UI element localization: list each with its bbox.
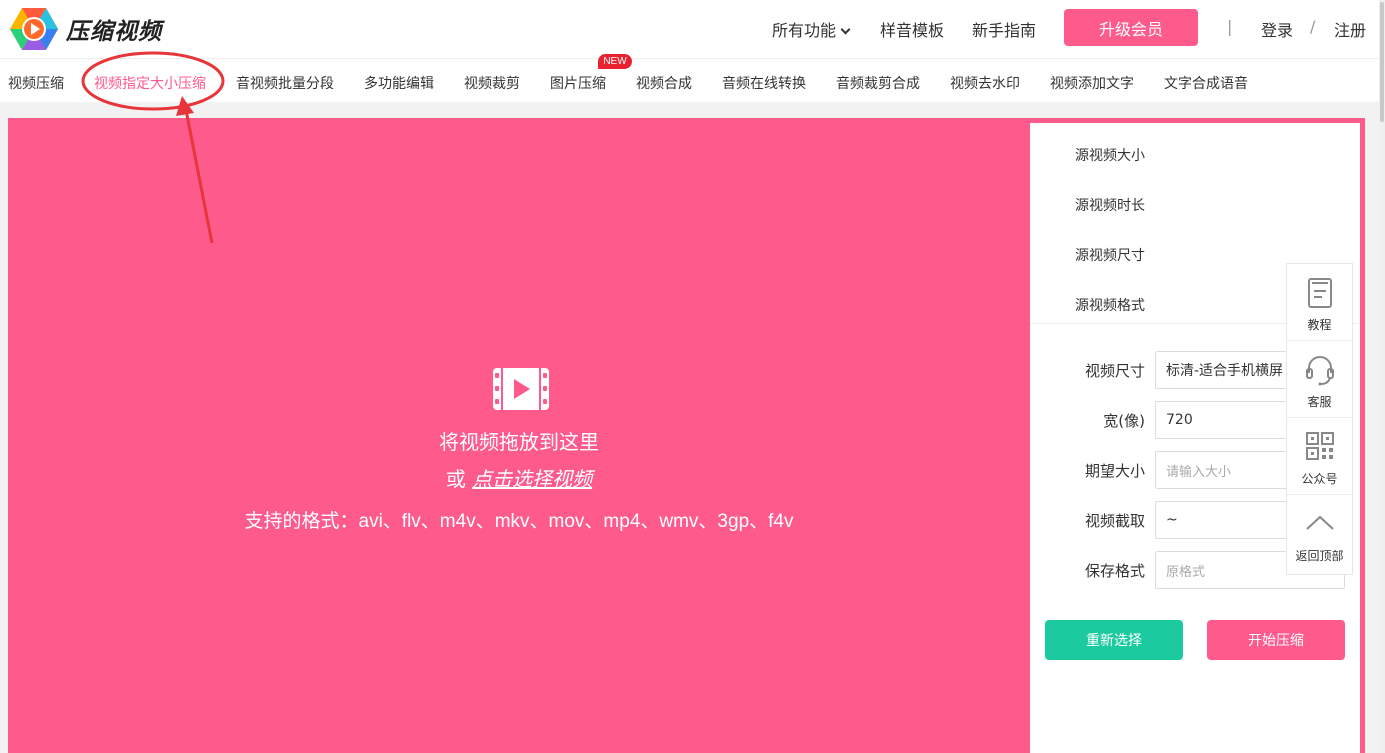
tab-multi-edit[interactable]: 多功能编辑 — [364, 73, 434, 93]
register-link[interactable]: 注册 — [1334, 17, 1366, 41]
video-drop-zone[interactable]: 将视频拖放到这里 或 点击选择视频 支持的格式：avi、flv、m4v、mkv、… — [8, 118, 1030, 753]
tab-image-compress[interactable]: 图片压缩 — [550, 73, 606, 93]
tab-video-merge[interactable]: 视频合成 — [636, 73, 692, 93]
nav-beginner-guide[interactable]: 新手指南 — [972, 17, 1036, 41]
customer-service-button[interactable]: 客服 — [1287, 341, 1352, 418]
start-compress-button[interactable]: 开始压缩 — [1207, 620, 1345, 660]
nav-all-features-label: 所有功能 — [772, 21, 837, 40]
top-header: 压缩视频 所有功能 样音模板 新手指南 升级会员 | 登录 / 注册 — [0, 0, 1385, 58]
source-duration-label: 源视频时长 — [1075, 198, 1145, 214]
qrcode-icon — [1306, 432, 1334, 460]
tab-batch-split[interactable]: 音视频批量分段 — [236, 73, 334, 93]
upgrade-vip-button[interactable]: 升级会员 — [1064, 9, 1198, 46]
tutorial-label: 教程 — [1307, 318, 1332, 332]
book-icon — [1308, 278, 1332, 308]
source-dimensions-label: 源视频尺寸 — [1075, 248, 1145, 264]
tab-remove-watermark[interactable]: 视频去水印 — [950, 73, 1020, 93]
headset-icon — [1306, 356, 1334, 386]
tab-add-text[interactable]: 视频添加文字 — [1050, 73, 1134, 93]
chevron-up-icon — [1306, 515, 1334, 530]
customer-service-label: 客服 — [1307, 395, 1332, 409]
brand-name[interactable]: 压缩视频 — [66, 12, 162, 46]
tutorial-button[interactable]: 教程 — [1287, 264, 1352, 341]
video-trim-label: 视频截取 — [1084, 512, 1145, 530]
tab-video-crop[interactable]: 视频裁剪 — [464, 73, 520, 93]
pick-video-line: 或 点击选择视频 — [8, 463, 1030, 492]
page-scrollbar-thumb[interactable] — [1380, 2, 1384, 122]
expected-size-label: 期望大小 — [1084, 462, 1145, 480]
official-account-label: 公众号 — [1301, 472, 1338, 486]
nav-voice-templates[interactable]: 样音模板 — [880, 17, 944, 41]
tab-video-compress[interactable]: 视频压缩 — [8, 73, 64, 93]
floating-toolbar: 教程 客服 公众号 返回顶部 — [1286, 263, 1353, 575]
nav-all-features[interactable]: 所有功能 — [772, 17, 851, 41]
header-separator: | — [1227, 17, 1233, 36]
login-link[interactable]: 登录 — [1261, 17, 1293, 41]
back-to-top-button[interactable]: 返回顶部 — [1287, 495, 1352, 572]
official-account-button[interactable]: 公众号 — [1287, 418, 1352, 495]
reselect-button[interactable]: 重新选择 — [1045, 620, 1183, 660]
tab-audio-convert[interactable]: 音频在线转换 — [722, 73, 806, 93]
pick-video-link[interactable]: 点击选择视频 — [472, 467, 592, 491]
feature-tab-bar: 视频压缩 视频指定大小压缩 音视频批量分段 多功能编辑 视频裁剪 图片压缩 NE… — [0, 54, 1385, 102]
back-to-top-label: 返回顶部 — [1295, 549, 1344, 563]
tab-video-size-compress[interactable]: 视频指定大小压缩 — [94, 73, 206, 93]
width-label: 宽(像) — [1103, 412, 1145, 430]
tab-audio-cut-merge[interactable]: 音频裁剪合成 — [836, 73, 920, 93]
or-label: 或 — [445, 467, 466, 491]
supported-formats: 支持的格式：avi、flv、m4v、mkv、mov、mp4、wmv、3gp、f4… — [244, 511, 794, 532]
chevron-down-icon — [840, 24, 851, 35]
source-size-label: 源视频大小 — [1075, 148, 1145, 164]
login-register-slash: / — [1310, 17, 1316, 36]
drop-instruction: 将视频拖放到这里 — [439, 430, 599, 454]
logo-icon[interactable] — [8, 6, 60, 52]
tab-text-to-speech[interactable]: 文字合成语音 — [1164, 73, 1248, 93]
video-size-label: 视频尺寸 — [1084, 362, 1145, 380]
new-badge: NEW — [598, 54, 632, 69]
source-format-label: 源视频格式 — [1075, 298, 1145, 314]
save-format-label: 保存格式 — [1084, 562, 1145, 580]
film-play-icon — [493, 368, 549, 410]
